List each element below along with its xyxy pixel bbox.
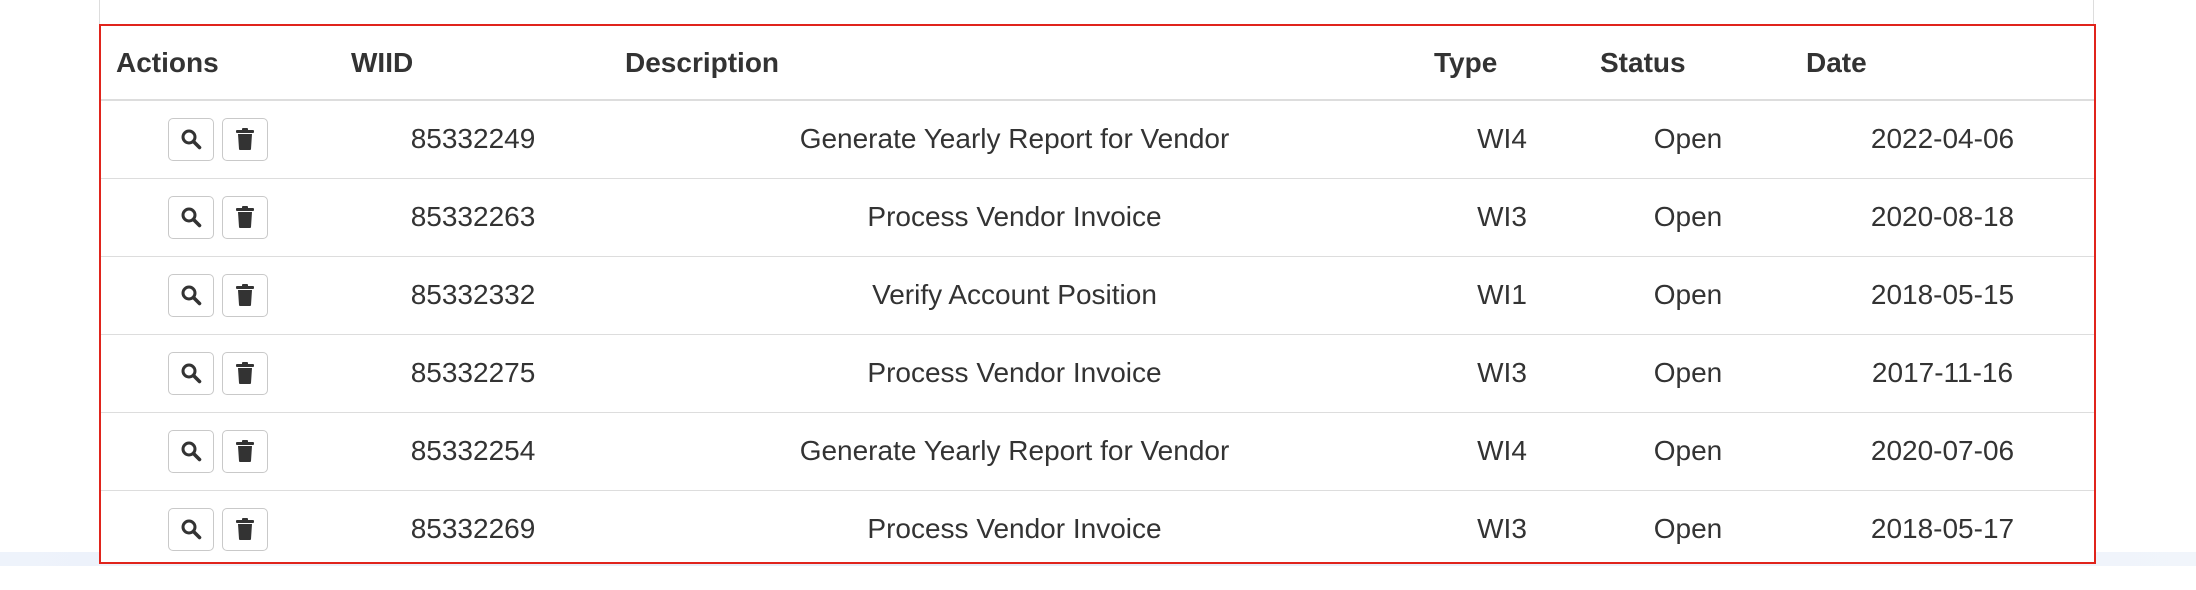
delete-button[interactable] <box>222 117 268 161</box>
status-cell: Open <box>1653 123 1723 155</box>
table-row: 85332275 Process Vendor Invoice WI3 Open… <box>101 333 2094 412</box>
type-cell: WI3 <box>1419 333 1585 412</box>
delete-button[interactable] <box>222 351 268 395</box>
column-header-date[interactable]: Date <box>1791 26 2094 101</box>
wiid-cell: 85332275 <box>336 333 610 412</box>
search-icon <box>180 440 202 462</box>
table-row: 85332254 Generate Yearly Report for Vend… <box>101 411 2094 490</box>
column-header-status[interactable]: Status <box>1585 26 1791 101</box>
column-header-type[interactable]: Type <box>1419 26 1585 101</box>
trash-icon <box>235 517 255 541</box>
wiid-cell: 85332332 <box>336 255 610 334</box>
search-icon <box>180 128 202 150</box>
search-icon <box>180 362 202 384</box>
date-cell: 2017-11-16 <box>1791 333 2094 412</box>
table-body: 85332249 Generate Yearly Report for Vend… <box>101 100 2094 562</box>
trash-icon <box>235 127 255 151</box>
view-button[interactable] <box>168 507 214 551</box>
view-button[interactable] <box>168 195 214 239</box>
date-cell: 2020-07-06 <box>1791 411 2094 490</box>
table-row: 85332269 Process Vendor Invoice WI3 Open… <box>101 489 2094 562</box>
trash-icon <box>235 361 255 385</box>
description-cell: Process Vendor Invoice <box>610 177 1419 256</box>
date-cell: 2018-05-15 <box>1791 255 2094 334</box>
view-button[interactable] <box>168 429 214 473</box>
status-cell: Open <box>1585 177 1791 256</box>
table-row: 85332332 Verify Account Position WI1 Ope… <box>101 255 2094 334</box>
type-cell: WI3 <box>1419 177 1585 256</box>
trash-icon <box>235 205 255 229</box>
trash-icon <box>235 439 255 463</box>
search-icon <box>180 206 202 228</box>
type-cell: WI4 <box>1477 123 1527 155</box>
description-cell: Process Vendor Invoice <box>610 489 1419 562</box>
wiid-cell: 85332263 <box>336 177 610 256</box>
date-cell: 2018-05-17 <box>1791 489 2094 562</box>
wiid-cell: 85332269 <box>336 489 610 562</box>
delete-button[interactable] <box>222 195 268 239</box>
column-header-actions: Actions <box>101 26 336 101</box>
actions-cell <box>101 411 336 490</box>
type-cell: WI1 <box>1419 255 1585 334</box>
table-row: 85332263 Process Vendor Invoice WI3 Open… <box>101 177 2094 256</box>
type-cell: WI3 <box>1419 489 1585 562</box>
status-cell: Open <box>1585 411 1791 490</box>
table-header-row: Actions WIID Description Type Status Dat… <box>101 26 2094 101</box>
view-button[interactable] <box>168 273 214 317</box>
delete-button[interactable] <box>222 429 268 473</box>
work-items-table: Actions WIID Description Type Status Dat… <box>101 26 2094 562</box>
wiid-cell: 85332249 <box>410 123 536 155</box>
card-frame <box>99 0 2094 24</box>
type-cell: WI4 <box>1419 411 1585 490</box>
description-cell: Generate Yearly Report for Vendor <box>799 123 1230 155</box>
column-header-description[interactable]: Description <box>610 26 1419 101</box>
status-cell: Open <box>1585 489 1791 562</box>
trash-icon <box>235 283 255 307</box>
view-button[interactable] <box>168 351 214 395</box>
search-icon <box>180 284 202 306</box>
search-icon <box>180 518 202 540</box>
status-cell: Open <box>1585 255 1791 334</box>
status-cell: Open <box>1585 333 1791 412</box>
delete-button[interactable] <box>222 507 268 551</box>
description-cell: Verify Account Position <box>610 255 1419 334</box>
actions-cell <box>101 255 336 334</box>
date-cell: 2020-08-18 <box>1791 177 2094 256</box>
actions-cell <box>101 100 336 178</box>
date-cell: 2022-04-06 <box>1870 123 2015 155</box>
column-header-wiid[interactable]: WIID <box>336 26 610 101</box>
actions-cell <box>101 177 336 256</box>
description-cell: Process Vendor Invoice <box>610 333 1419 412</box>
work-items-table-container: Actions WIID Description Type Status Dat… <box>99 24 2096 564</box>
actions-cell <box>101 489 336 562</box>
description-cell: Generate Yearly Report for Vendor <box>610 411 1419 490</box>
view-button[interactable] <box>168 117 214 161</box>
page: Actions WIID Description Type Status Dat… <box>0 0 2196 590</box>
actions-cell <box>101 333 336 412</box>
table-row: 85332249 Generate Yearly Report for Vend… <box>101 100 2094 178</box>
wiid-cell: 85332254 <box>336 411 610 490</box>
delete-button[interactable] <box>222 273 268 317</box>
